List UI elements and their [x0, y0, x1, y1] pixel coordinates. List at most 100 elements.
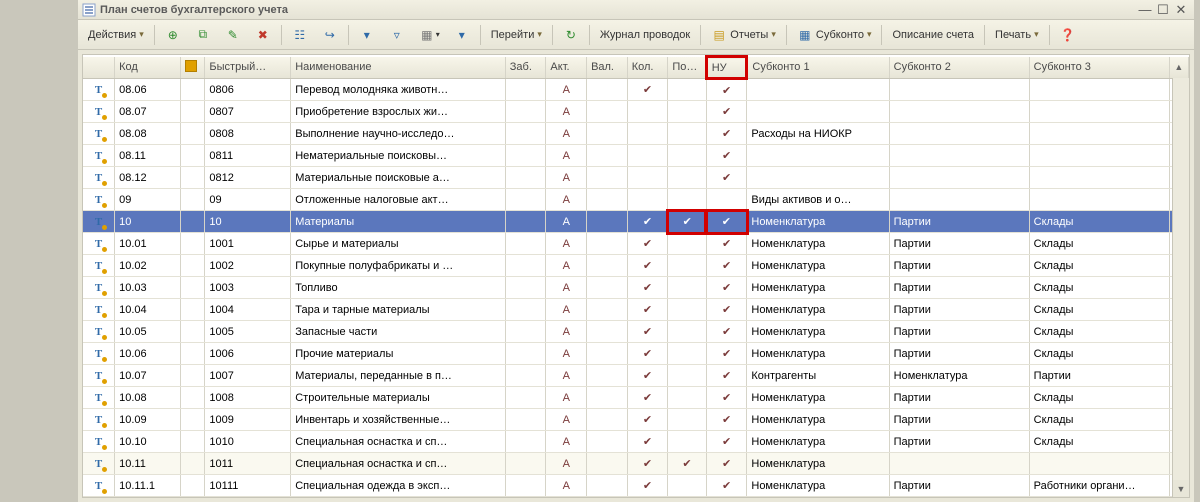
- filter-button2[interactable]: ▿: [383, 24, 411, 46]
- cell-fast: 0808: [205, 123, 291, 145]
- cell-zab: [505, 167, 546, 189]
- col-sub2[interactable]: Субконто 2: [889, 57, 1029, 79]
- add-copy-button[interactable]: ⧉: [189, 24, 217, 46]
- cell-zab: [505, 453, 546, 475]
- row-type-icon: T: [83, 211, 115, 233]
- col-nu[interactable]: НУ: [706, 57, 747, 79]
- table-row[interactable]: T10.071007Материалы, переданные в п…А✔✔К…: [83, 365, 1189, 387]
- table-row[interactable]: T10.081008Строительные материалыА✔✔Номен…: [83, 387, 1189, 409]
- cell-code: 10.09: [115, 409, 180, 431]
- cell-act: А: [546, 233, 587, 255]
- cell-hier: [180, 79, 205, 101]
- cell-nu: ✔: [706, 365, 747, 387]
- cell-kol: [627, 145, 668, 167]
- help-button[interactable]: ❓: [1054, 24, 1082, 46]
- minimize-button[interactable]: —: [1136, 2, 1154, 18]
- col-fast[interactable]: Быстрый…: [205, 57, 291, 79]
- titlebar: План счетов бухгалтерского учета — ☐ ✕: [78, 0, 1194, 20]
- table-row[interactable]: T1010МатериалыА✔✔✔НоменклатураПартииСкла…: [83, 211, 1189, 233]
- table-row[interactable]: T10.031003ТопливоА✔✔НоменклатураПартииСк…: [83, 277, 1189, 299]
- cell-act: А: [546, 409, 587, 431]
- table-row[interactable]: T10.11.110111Специальная одежда в эксп…А…: [83, 475, 1189, 497]
- col-zab[interactable]: Заб.: [505, 57, 546, 79]
- close-button[interactable]: ✕: [1172, 2, 1190, 18]
- table-row[interactable]: T08.120812Материальные поисковые а…А✔: [83, 167, 1189, 189]
- table-row[interactable]: T10.041004Тара и тарные материалыА✔✔Номе…: [83, 299, 1189, 321]
- table-row[interactable]: T08.080808Выполнение научно-исследо…А✔Ра…: [83, 123, 1189, 145]
- row-type-icon: T: [83, 145, 115, 167]
- cell-kol: [627, 101, 668, 123]
- cell-hier: [180, 189, 205, 211]
- cell-fast: 1001: [205, 233, 291, 255]
- cell-name: Покупные полуфабрикаты и …: [291, 255, 506, 277]
- table-row[interactable]: T10.091009Инвентарь и хозяйственные…А✔✔Н…: [83, 409, 1189, 431]
- cell-hier: [180, 101, 205, 123]
- cell-name: Специальная одежда в эксп…: [291, 475, 506, 497]
- cell-act: А: [546, 255, 587, 277]
- table-row[interactable]: T10.061006Прочие материалыА✔✔Номенклатур…: [83, 343, 1189, 365]
- cell-fast: 1004: [205, 299, 291, 321]
- cell-fast: 10111: [205, 475, 291, 497]
- col-sub3[interactable]: Субконто 3: [1029, 57, 1169, 79]
- goto-menu[interactable]: Перейти: [485, 24, 548, 46]
- hierarchy-button[interactable]: ☷: [286, 24, 314, 46]
- table-row[interactable]: T08.070807Приобретение взрослых жи…А✔: [83, 101, 1189, 123]
- funnel-off-icon: ▾: [454, 27, 470, 43]
- add-button[interactable]: ⊕: [159, 24, 187, 46]
- cell-code: 08.07: [115, 101, 180, 123]
- cell-po: [668, 475, 706, 497]
- cell-hier: [180, 475, 205, 497]
- cell-kol: ✔: [627, 343, 668, 365]
- cell-nu: ✔: [706, 299, 747, 321]
- cell-hier: [180, 343, 205, 365]
- subconto-menu[interactable]: ▦ Субконто: [791, 24, 878, 46]
- filter-button1[interactable]: ▾: [353, 24, 381, 46]
- description-button[interactable]: Описание счета: [886, 24, 980, 46]
- vertical-scrollbar[interactable]: ▼: [1172, 78, 1189, 497]
- cell-po: [668, 387, 706, 409]
- scroll-down-icon[interactable]: ▼: [1173, 480, 1189, 497]
- maximize-button[interactable]: ☐: [1154, 2, 1172, 18]
- filter-off-button[interactable]: ▾: [448, 24, 476, 46]
- refresh-button[interactable]: ↻: [557, 24, 585, 46]
- actions-menu[interactable]: Действия: [82, 24, 150, 46]
- cell-zab: [505, 475, 546, 497]
- col-kol[interactable]: Кол.: [627, 57, 668, 79]
- col-po[interactable]: По…: [668, 57, 706, 79]
- table-row[interactable]: T08.060806Перевод молодняка животн…А✔✔: [83, 79, 1189, 101]
- delete-button[interactable]: ✖: [249, 24, 277, 46]
- col-act[interactable]: Акт.: [546, 57, 587, 79]
- table-row[interactable]: T10.051005Запасные частиА✔✔НоменклатураП…: [83, 321, 1189, 343]
- cell-act: А: [546, 167, 587, 189]
- table-row[interactable]: T10.021002Покупные полуфабрикаты и …А✔✔Н…: [83, 255, 1189, 277]
- row-type-icon: T: [83, 277, 115, 299]
- cell-sub3: Склады: [1029, 211, 1169, 233]
- cell-fast: 1007: [205, 365, 291, 387]
- accounts-table[interactable]: Код Быстрый… Наименование Заб. Акт. Вал.…: [83, 55, 1189, 497]
- cell-sub2: [889, 145, 1029, 167]
- table-row[interactable]: T08.110811Нематериальные поисковы…А✔: [83, 145, 1189, 167]
- cell-code: 10.07: [115, 365, 180, 387]
- cell-code: 08.11: [115, 145, 180, 167]
- table-row[interactable]: T0909Отложенные налоговые акт…АВиды акти…: [83, 189, 1189, 211]
- col-name[interactable]: Наименование: [291, 57, 506, 79]
- funnel2-icon: ▿: [389, 27, 405, 43]
- cell-code: 10.04: [115, 299, 180, 321]
- settings-button[interactable]: ▦▾: [413, 24, 446, 46]
- table-row[interactable]: T10.011001Сырье и материалыА✔✔Номенклату…: [83, 233, 1189, 255]
- col-hier[interactable]: [180, 57, 205, 79]
- cell-val: [587, 167, 628, 189]
- col-sub1[interactable]: Субконто 1: [747, 57, 889, 79]
- edit-button[interactable]: ✎: [219, 24, 247, 46]
- table-row[interactable]: T10.101010Специальная оснастка и сп…А✔✔Н…: [83, 431, 1189, 453]
- move-button[interactable]: ↪: [316, 24, 344, 46]
- col-code[interactable]: Код: [115, 57, 180, 79]
- col-icon[interactable]: [83, 57, 115, 79]
- cell-nu: ✔: [706, 233, 747, 255]
- cell-sub3: Склады: [1029, 409, 1169, 431]
- journal-button[interactable]: Журнал проводок: [594, 24, 696, 46]
- col-val[interactable]: Вал.: [587, 57, 628, 79]
- reports-menu[interactable]: ▤ Отчеты: [705, 24, 782, 46]
- table-row[interactable]: T10.111011Специальная оснастка и сп…А✔✔✔…: [83, 453, 1189, 475]
- print-menu[interactable]: Печать: [989, 24, 1045, 46]
